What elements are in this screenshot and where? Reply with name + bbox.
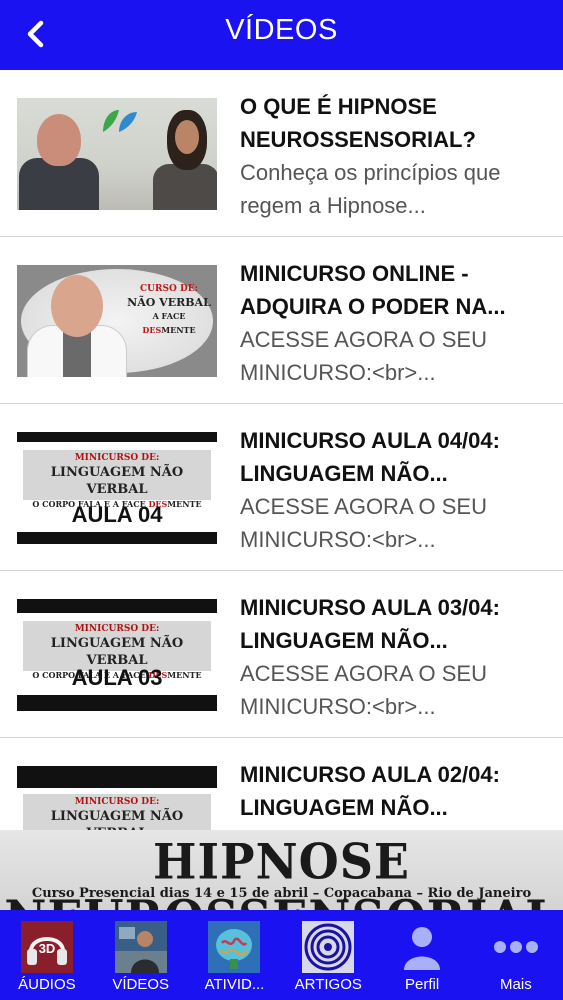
video-description: ACESSE AGORA O SEU MINICURSO:<br>... xyxy=(240,494,487,552)
thumbnail-caption-line: MENTE xyxy=(161,325,196,335)
video-thumbnail: MINICURSO DE: LINGUAGEM NÃO VERBAL O COR… xyxy=(17,599,217,711)
video-title: O QUE É HIPNOSE NEUROSSENSORIAL? xyxy=(240,94,476,152)
promo-banner[interactable]: HIPNOSE NEUROSSENSORIAL Curso Presencial… xyxy=(0,830,563,947)
thumbnail-banner: MINICURSO DE: LINGUAGEM NÃO VERBAL O COR… xyxy=(23,621,211,680)
video-list-item[interactable]: O QUE É HIPNOSE NEUROSSENSORIAL? Conheça… xyxy=(0,70,563,237)
tab-label: ARTIGOS xyxy=(294,976,362,993)
video-thumbnail xyxy=(17,98,217,210)
video-list[interactable]: O QUE É HIPNOSE NEUROSSENSORIAL? Conheça… xyxy=(0,70,563,830)
thumbnail-caption-line: CURSO DE: xyxy=(140,284,198,294)
thumbnail-aula-label: AULA 04 xyxy=(71,502,163,527)
tab-label: Mais xyxy=(500,976,532,993)
leaf-logo-icon xyxy=(103,110,137,132)
thumbnail-caption-line: LINGUAGEM NÃO VERBAL xyxy=(50,465,184,497)
video-title: MINICURSO AULA 03/04: LINGUAGEM NÃO... xyxy=(240,595,500,653)
thumbnail-woman-figure xyxy=(153,164,217,210)
thumbnail-caption-line: LINGUAGEM NÃO VERBAL xyxy=(50,809,184,830)
brain-icon xyxy=(207,920,261,974)
thumbnail-caption-line: MINICURSO DE: xyxy=(74,453,160,463)
thumbnail-bar xyxy=(17,532,217,544)
thumbnail-caption-line: MINICURSO DE: xyxy=(74,797,160,807)
video-title: MINICURSO AULA 04/04: LINGUAGEM NÃO... xyxy=(240,428,500,486)
thumbnail-bar xyxy=(17,432,217,442)
thumbnail-bar xyxy=(17,695,217,711)
more-dots-icon xyxy=(489,920,543,974)
video-title: MINICURSO ONLINE - ADQUIRA O PODER NA... xyxy=(240,261,506,319)
thumbnail-caption-line: LINGUAGEM NÃO VERBAL xyxy=(50,636,184,668)
target-icon xyxy=(301,920,355,974)
thumbnail-logo xyxy=(97,106,145,134)
tab-label: ÁUDIOS xyxy=(18,976,76,993)
video-person-icon xyxy=(114,920,168,974)
video-thumbnail: CURSO DE: NÃO VERBAL A FACE DESMENTE xyxy=(17,265,217,377)
person-icon xyxy=(395,920,449,974)
thumbnail-caption: CURSO DE: NÃO VERBAL A FACE DESMENTE xyxy=(127,281,211,337)
thumbnail-caption-line: NÃO VERBAL xyxy=(127,296,211,309)
video-title: MINICURSO AULA 02/04: LINGUAGEM NÃO... xyxy=(240,762,500,820)
tab-mais[interactable]: Mais xyxy=(469,910,563,1000)
thumbnail-caption-line: A FACE xyxy=(152,311,186,321)
tab-label: Perfil xyxy=(404,976,440,993)
thumbnail-bar xyxy=(17,766,217,788)
tab-label: VÍDEOS xyxy=(112,976,170,993)
video-thumbnail: MINICURSO DE: LINGUAGEM NÃO VERBAL O COR… xyxy=(17,432,217,544)
video-description: Conheça os princípios que regem a Hipnos… xyxy=(240,160,501,218)
thumbnail-bar xyxy=(17,599,217,613)
svg-text:3D: 3D xyxy=(39,941,56,956)
video-list-item[interactable]: MINICURSO DE: LINGUAGEM NÃO VERBAL O COR… xyxy=(0,571,563,738)
tab-artigos[interactable]: ARTIGOS xyxy=(281,910,375,1000)
tab-perfil[interactable]: Perfil xyxy=(375,910,469,1000)
tab-label: ATIVID... xyxy=(204,976,265,993)
promo-banner-subtitle: Curso Presencial dias 14 e 15 de abril –… xyxy=(31,886,532,901)
tab-videos[interactable]: VÍDEOS xyxy=(94,910,188,1000)
app-root: VÍDEOS O QUE É HIPNOSE NEUROSSENSORIAL? … xyxy=(0,0,563,1000)
video-list-item[interactable]: MINICURSO DE: LINGUAGEM NÃO VERBAL MINIC… xyxy=(0,738,563,830)
video-description: ACESSE AGORA O SEU MINICURSO:<br>... xyxy=(240,327,487,385)
page-title: VÍDEOS xyxy=(225,14,338,46)
video-thumbnail: MINICURSO DE: LINGUAGEM NÃO VERBAL xyxy=(17,766,217,830)
tab-atividades[interactable]: ATIVID... xyxy=(188,910,282,1000)
thumbnail-doctor-head xyxy=(51,275,103,337)
tab-audios[interactable]: 3D ÁUDIOS xyxy=(0,910,94,1000)
headphones-3d-icon: 3D xyxy=(20,920,74,974)
thumbnail-caption-line: MINICURSO DE: xyxy=(74,624,160,634)
video-list-item[interactable]: MINICURSO DE: LINGUAGEM NÃO VERBAL O COR… xyxy=(0,404,563,571)
thumbnail-woman-face xyxy=(175,120,199,154)
header-bar: VÍDEOS xyxy=(0,0,563,70)
video-list-item[interactable]: CURSO DE: NÃO VERBAL A FACE DESMENTE MIN… xyxy=(0,237,563,404)
bottom-tab-bar: 3D ÁUDIOS VÍDEOS ATIVID... ARTIGOS Perfi… xyxy=(0,910,563,1000)
thumbnail-banner: MINICURSO DE: LINGUAGEM NÃO VERBAL xyxy=(23,794,211,830)
thumbnail-banner: MINICURSO DE: LINGUAGEM NÃO VERBAL O COR… xyxy=(23,450,211,509)
video-description: ACESSE AGORA O SEU MINICURSO:<br>... xyxy=(240,661,487,719)
thumbnail-man-head xyxy=(37,114,81,166)
thumbnail-aula-label: AULA 03 xyxy=(71,665,163,690)
thumbnail-caption-line: DES xyxy=(142,325,162,335)
